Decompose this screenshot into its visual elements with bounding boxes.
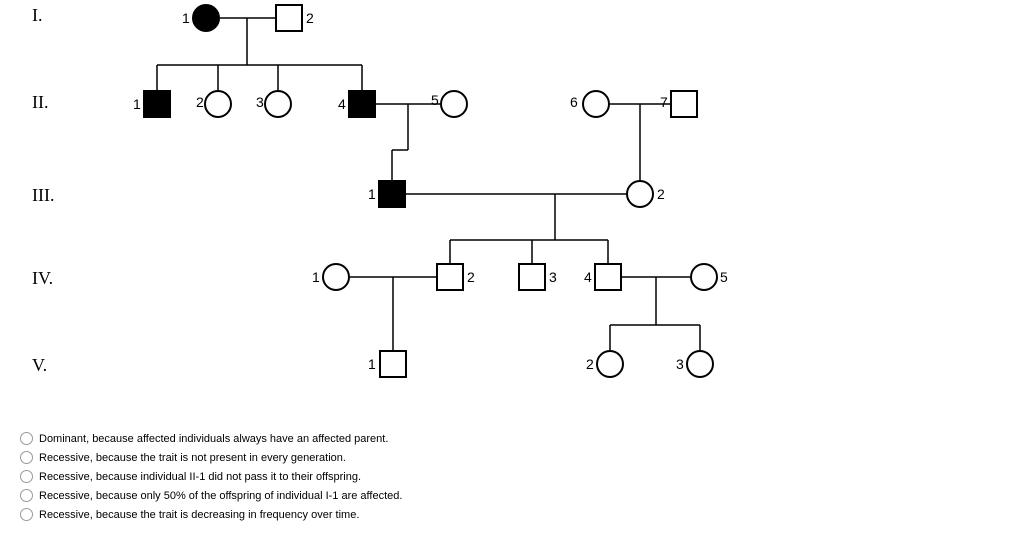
person-label-III-2: 2 [657, 186, 665, 202]
pedigree-lines [0, 0, 1024, 440]
option-text: Recessive, because individual II-1 did n… [39, 471, 361, 483]
gen-label-3: III. [32, 185, 54, 206]
person-label-V-1: 1 [368, 356, 376, 372]
option-b[interactable]: Recessive, because the trait is not pres… [20, 451, 402, 464]
radio-icon [20, 489, 33, 502]
person-IV-2 [436, 263, 464, 291]
person-label-III-1: 1 [368, 186, 376, 202]
person-label-II-3: 3 [256, 94, 264, 110]
person-label-I-1: 1 [182, 10, 190, 26]
radio-icon [20, 451, 33, 464]
person-label-II-4: 4 [338, 96, 346, 112]
person-II-5 [440, 90, 468, 118]
person-IV-3 [518, 263, 546, 291]
person-V-2 [596, 350, 624, 378]
person-label-I-2: 2 [306, 10, 314, 26]
person-IV-5 [690, 263, 718, 291]
person-label-IV-3: 3 [549, 269, 557, 285]
person-label-IV-5: 5 [720, 269, 728, 285]
person-III-2 [626, 180, 654, 208]
radio-icon [20, 508, 33, 521]
option-c[interactable]: Recessive, because individual II-1 did n… [20, 470, 402, 483]
person-label-II-6: 6 [570, 94, 578, 110]
option-text: Recessive, because the trait is decreasi… [39, 509, 359, 521]
gen-label-5: V. [32, 355, 47, 376]
person-label-IV-4: 4 [584, 269, 592, 285]
person-II-6 [582, 90, 610, 118]
person-label-II-2: 2 [196, 94, 204, 110]
person-label-II-1: 1 [133, 96, 141, 112]
person-II-2 [204, 90, 232, 118]
person-label-II-7: 7 [660, 94, 668, 110]
radio-icon [20, 470, 33, 483]
person-II-1 [143, 90, 171, 118]
person-III-1 [378, 180, 406, 208]
answer-options: Dominant, because affected individuals a… [20, 432, 402, 527]
person-II-3 [264, 90, 292, 118]
option-text: Dominant, because affected individuals a… [39, 433, 388, 445]
person-label-IV-2: 2 [467, 269, 475, 285]
option-text: Recessive, because only 50% of the offsp… [39, 490, 402, 502]
gen-label-1: I. [32, 5, 43, 26]
person-IV-1 [322, 263, 350, 291]
person-V-3 [686, 350, 714, 378]
person-I-2 [275, 4, 303, 32]
person-V-1 [379, 350, 407, 378]
option-e[interactable]: Recessive, because the trait is decreasi… [20, 508, 402, 521]
person-II-4 [348, 90, 376, 118]
radio-icon [20, 432, 33, 445]
option-text: Recessive, because the trait is not pres… [39, 452, 346, 464]
person-II-7 [670, 90, 698, 118]
person-I-1 [192, 4, 220, 32]
gen-label-4: IV. [32, 268, 53, 289]
option-d[interactable]: Recessive, because only 50% of the offsp… [20, 489, 402, 502]
person-label-V-2: 2 [586, 356, 594, 372]
person-label-IV-1: 1 [312, 269, 320, 285]
person-IV-4 [594, 263, 622, 291]
person-label-II-5: 5 [431, 92, 439, 108]
person-label-V-3: 3 [676, 356, 684, 372]
option-a[interactable]: Dominant, because affected individuals a… [20, 432, 402, 445]
gen-label-2: II. [32, 92, 49, 113]
